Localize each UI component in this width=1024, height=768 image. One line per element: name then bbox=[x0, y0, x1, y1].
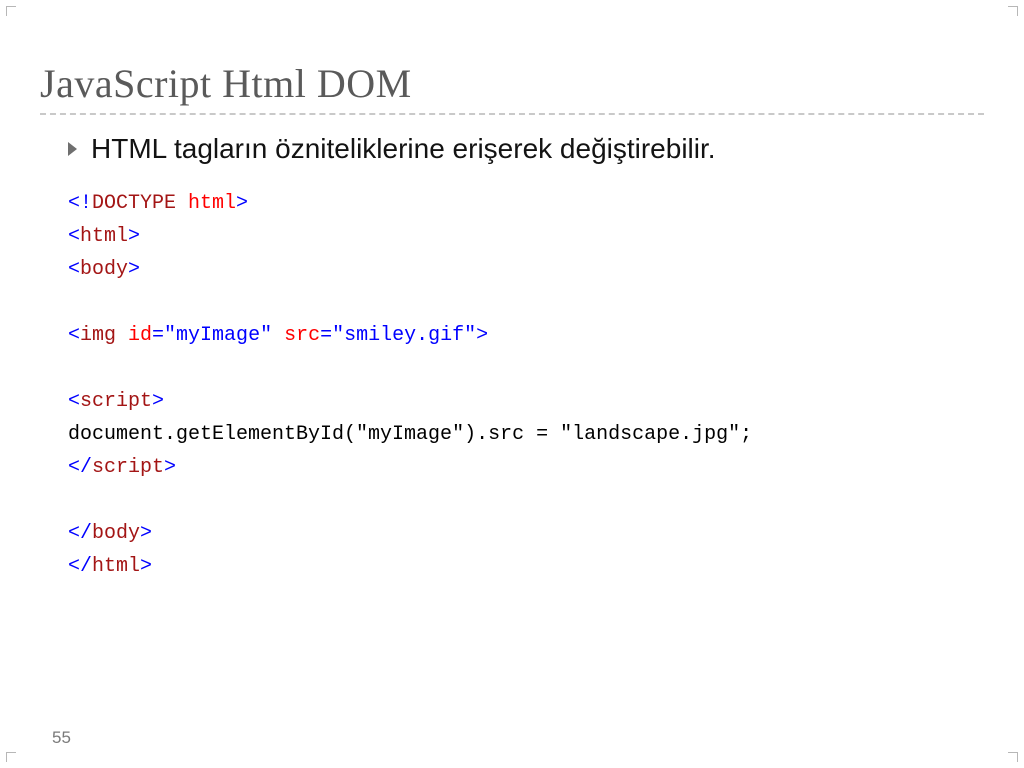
slide: JavaScript Html DOM HTML tagların öznite… bbox=[0, 0, 1024, 768]
code-token: > bbox=[128, 225, 140, 248]
code-token: < bbox=[68, 225, 80, 248]
title-divider bbox=[40, 113, 984, 115]
code-token: html bbox=[176, 192, 236, 215]
code-token: body bbox=[92, 522, 140, 545]
code-token: > bbox=[236, 192, 248, 215]
code-token: > bbox=[140, 522, 152, 545]
code-token: html bbox=[80, 225, 128, 248]
crop-mark-icon bbox=[1008, 6, 1018, 16]
code-token: > bbox=[164, 456, 176, 479]
page-number: 55 bbox=[52, 728, 71, 748]
bullet-item: HTML tagların özniteliklerine erişerek d… bbox=[68, 133, 984, 165]
code-token: id bbox=[116, 324, 152, 347]
code-token: DOCTYPE bbox=[92, 192, 176, 215]
code-token: img bbox=[80, 324, 116, 347]
crop-mark-icon bbox=[6, 752, 16, 762]
code-token: body bbox=[80, 258, 128, 281]
code-token: ="myImage" bbox=[152, 324, 272, 347]
triangle-bullet-icon bbox=[68, 142, 77, 156]
code-token: > bbox=[476, 324, 488, 347]
code-token: </ bbox=[68, 522, 92, 545]
bullet-text: HTML tagların özniteliklerine erişerek d… bbox=[91, 133, 716, 165]
code-token: < bbox=[68, 324, 80, 347]
code-token: > bbox=[128, 258, 140, 281]
code-token: </ bbox=[68, 456, 92, 479]
code-token: script bbox=[80, 390, 152, 413]
code-token: ="smiley.gif" bbox=[320, 324, 476, 347]
crop-mark-icon bbox=[1008, 752, 1018, 762]
code-token: < bbox=[68, 258, 80, 281]
slide-title: JavaScript Html DOM bbox=[40, 60, 984, 107]
code-block: <!DOCTYPE html> <html> <body> <img id="m… bbox=[68, 187, 984, 583]
code-token: > bbox=[152, 390, 164, 413]
code-token: script bbox=[92, 456, 164, 479]
code-token: < bbox=[68, 390, 80, 413]
code-token: <! bbox=[68, 192, 92, 215]
code-line: document.getElementById("myImage").src =… bbox=[68, 423, 752, 446]
code-token: </ bbox=[68, 555, 92, 578]
crop-mark-icon bbox=[6, 6, 16, 16]
code-token: > bbox=[140, 555, 152, 578]
code-token: html bbox=[92, 555, 140, 578]
code-token: src bbox=[272, 324, 320, 347]
